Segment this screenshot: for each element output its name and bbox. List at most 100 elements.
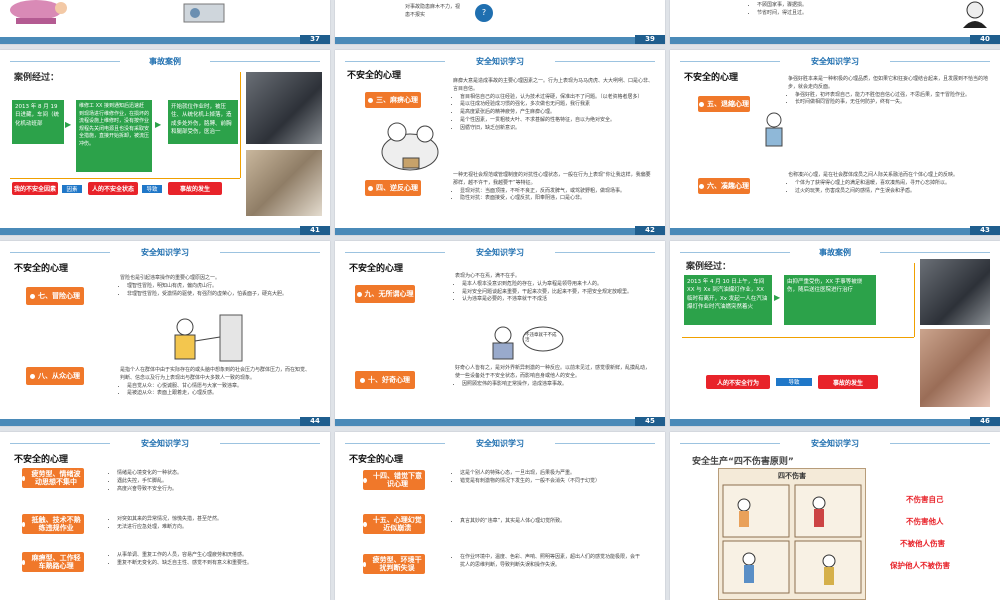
slide-footer	[335, 228, 665, 235]
slide-text: 从事单调、重复工作的人员，容易产生心理疲劳和厌倦感。 重复不断无变化的、缺乏自主…	[110, 552, 300, 568]
principle-item: 不被他人伤害	[900, 539, 945, 548]
photo-injury	[246, 150, 322, 216]
flow-arrow: 因素	[62, 185, 82, 193]
slide-footer	[670, 37, 1000, 44]
topic-label: 十、好奇心理	[355, 371, 415, 389]
bullet-item: 个体为了获得得心理上的满足和温暖，喜欢凑热闹，寻开心忘掉所以。	[795, 180, 988, 188]
cartoon-image	[375, 112, 445, 174]
topic-label-text: 九、无所谓心理	[364, 289, 414, 298]
case-step-box: 维修工 XX 接到通知后迅速赶到现场进行维修作业，在损坏的流程设施上维修时，没有…	[76, 100, 152, 172]
topic-label: 抵触、技术不熟练违规作业	[22, 514, 84, 534]
slide-text: 是指个人在群体中由于实际存在的或头脑中想象到的社会压力与群体压力，而在知觉、判断…	[120, 367, 310, 398]
bullet-item: 非理智性冒险，受激情的驱使，有强烈的虚荣心，怕丢面子，硬充大胆。	[127, 291, 310, 299]
safety-poster: 四不伤害	[718, 468, 866, 600]
slide-37[interactable]: 37	[0, 0, 330, 44]
section-title: 事故案例	[149, 57, 181, 66]
topic-label: 八、从众心理	[26, 367, 84, 385]
page-number: 37	[300, 35, 330, 44]
bullet-item: 隐性对抗：表面接受，心理反抗，阳奉阴违，口是心非。	[460, 195, 653, 203]
speech-bubble: 不违章就干不成活	[525, 333, 557, 344]
bullet-item: 从事单调、重复工作的人员，容易产生心理疲劳和厌倦感。	[117, 552, 300, 560]
slide-text: 一种无视社会规范或管理制度的对抗性心理状态，一般在行为上表现“你让我这样，我偏要…	[453, 172, 653, 203]
bullet-item: 是以往成功经验成习惯的强化，多次做也无问题，我行我素	[460, 101, 653, 109]
bullet-item: 对突如其来的异常情况，惊慌失措，甚至茫然。	[117, 516, 300, 524]
paragraph: 是指个人在群体中由于实际存在的或头脑中想象到的社会压力与群体压力，而在知觉、判断…	[120, 367, 311, 381]
slide-42[interactable]: 安全知识学习 不安全的心理 三、麻痹心理 四、逆反心理 麻痹大意是造成事故的主要…	[335, 50, 665, 235]
bullet-item: 是个性因素，一贯粗枝大叶、不求甚解的性格特征，自以为绝对安全。	[460, 117, 653, 125]
slide-footer	[335, 419, 665, 426]
topic-label-text: 七、冒险心理	[38, 291, 80, 300]
bullet-item: 高度兴奋导致不安全行为。	[117, 486, 300, 494]
topic-label: 九、无所谓心理	[355, 285, 415, 303]
arrow-icon: ▶	[774, 293, 781, 302]
topic-label-text: 麻痹型、工作轻车熟路心理	[31, 553, 81, 570]
bullet-item: 认为违章是必要的，不违章就干不成活	[462, 296, 651, 304]
topic-label-text: 十、好奇心理	[368, 375, 410, 384]
case-step-box: 2013 年 8 月 19 日进藏，车间（统化机动班部	[12, 100, 64, 144]
text-line: 患不报实	[405, 11, 426, 18]
topic-label: 麻痹型、工作轻车熟路心理	[22, 552, 84, 572]
slide-text: 这是个别人的特殊心态，一旦出现，后果极为严重。 错觉是有刺激物的情况下发生的，一…	[453, 470, 643, 486]
slide-heading: 不安全的心理	[349, 264, 404, 274]
slide-heading: 不安全的心理	[14, 264, 69, 274]
slide-text: 在作业环境中，温度、色彩、声响、照明等因素，超出人们的感觉功能极限，会干扰人的思…	[453, 554, 643, 570]
paragraph: 争强好胜本来是一种积极的心理品质，但如果它和狂妄心理结合起来，且发展到不恰当的地…	[788, 76, 989, 90]
paragraph: 也称凑兴心理，是在社会群体成员之间人际关系融洽而在个体心理上的反映。	[788, 172, 959, 178]
topic-label: 十五、心理幻觉近似崩溃	[363, 514, 425, 534]
divider-line	[10, 178, 240, 179]
section-title: 安全知识学习	[476, 439, 524, 448]
arrow-icon: ▶	[65, 120, 72, 129]
photo-equipment	[920, 259, 990, 325]
page-number: 39	[635, 35, 665, 44]
text-line: 对事故隐患麻木不力，视	[405, 4, 461, 10]
topic-label-text: 四、逆反心理	[376, 183, 418, 192]
divider-line	[240, 72, 241, 178]
page-number: 44	[300, 417, 330, 426]
bullet-item: 这是个别人的特殊心态，一旦出现，后果极为严重。	[460, 470, 643, 478]
topic-label-text: 六、凑趣心理	[707, 181, 749, 190]
principle-item: 不伤害他人	[906, 517, 944, 526]
page-number: 43	[970, 226, 1000, 235]
slide-text: 对事故隐患麻木不力，视 患不报实	[405, 4, 535, 20]
section-title: 安全知识学习	[811, 439, 859, 448]
page-number: 46	[970, 417, 1000, 426]
divider-line	[914, 263, 915, 337]
slide-text: 表现为心不在焉，满不在乎。 是本人根本没意识到危险的存在，认为章程是领导用来卡人…	[455, 273, 651, 304]
arrow-icon: ▶	[155, 120, 162, 129]
slide-40[interactable]: 不顾国家事，骤据损。 节省时间，得过且过。 40	[670, 0, 1000, 44]
principle-item: 不伤害自己	[906, 495, 944, 504]
bullet-item: 情绪是心境变化的一种状态。	[117, 470, 300, 478]
flow-box: 事故的发生	[818, 375, 878, 389]
slide-44[interactable]: 安全知识学习 不安全的心理 七、冒险心理 八、从众心理 冒险也是引起违章操作的重…	[0, 241, 330, 426]
bullet-item: 理智性冒险，明知山有虎，偏向虎山行。	[127, 283, 310, 291]
slide-43[interactable]: 安全知识学习 不安全的心理 五、退縮心理 六、凑趣心理 争强好胜本来是一种积极的…	[670, 50, 1000, 235]
section-title: 安全知识学习	[476, 57, 524, 66]
topic-label-text: 十四、错觉下意识心理	[372, 471, 422, 488]
section-title: 安全知识学习	[141, 248, 189, 257]
slide-text: 真言其妙的“违章”，其实是人体心理幻觉所致。	[453, 518, 643, 526]
bullet-item: 过火的玩笑，伤害成员之间的感情，产生误会和矛盾。	[795, 188, 988, 196]
help-icon: ?	[475, 4, 493, 22]
slide-47[interactable]: 安全知识学习 不安全的心理 疲劳型、情绪波动思想不集中 抵触、技术不熟练违规作业…	[0, 432, 330, 600]
slide-text: 争强好胜本来是一种积极的心理品质，但如果它和狂妄心理结合起来，且发展到不恰当的地…	[788, 76, 988, 107]
flow-arrow: 导致	[142, 185, 162, 193]
slide-45[interactable]: 安全知识学习 不安全的心理 九、无所谓心理 不违章就干不成活 十、好奇心理 表现…	[335, 241, 665, 426]
topic-label: 七、冒险心理	[26, 287, 84, 305]
slide-46[interactable]: 事故案例 案例经过： 2013 年 4 月 10 日上午，车间 XX 与 Xx …	[670, 241, 1000, 426]
page-number: 45	[635, 417, 665, 426]
slide-39[interactable]: 对事故隐患麻木不力，视 患不报实 ? 39	[335, 0, 665, 44]
slide-48[interactable]: 安全知识学习 不安全的心理 十四、错觉下意识心理 十五、心理幻觉近似崩溃 疲劳型…	[335, 432, 665, 600]
topic-label-text: 八、从众心理	[38, 371, 80, 380]
bullet-item: 节省时间，得过且过。	[757, 10, 910, 18]
poster-illustration	[722, 484, 862, 594]
topic-label-text: 三、麻痹心理	[376, 95, 418, 104]
case-step-box: 由抑严重受伤，XX 手事等被烧伤，随后送往医院进行治疗	[784, 275, 876, 325]
slide-49[interactable]: 安全知识学习 安全生产“四不伤害原则” 四不伤害 不伤害自己 不伤害他人 不被他…	[670, 432, 1000, 600]
slide-heading: 安全生产“四不伤害原则”	[692, 457, 794, 467]
paragraph: 好奇心人皆有之，是对外界新异刺激的一种反应。以前未见过，感觉很新鲜，乱摸乱动，使…	[455, 365, 651, 379]
flow-box: 人的不安全行为	[706, 375, 770, 389]
cartoon-image	[160, 311, 250, 369]
slide-text: 麻痹大意是造成事故的主要心理因素之一。行为上表现为马马虎虎、大大咧咧、口是心非、…	[453, 78, 653, 132]
slide-41[interactable]: 事故案例 案例经过： 2013 年 8 月 19 日进藏，车间（统化机动班部 维…	[0, 50, 330, 235]
slide-footer	[0, 419, 330, 426]
